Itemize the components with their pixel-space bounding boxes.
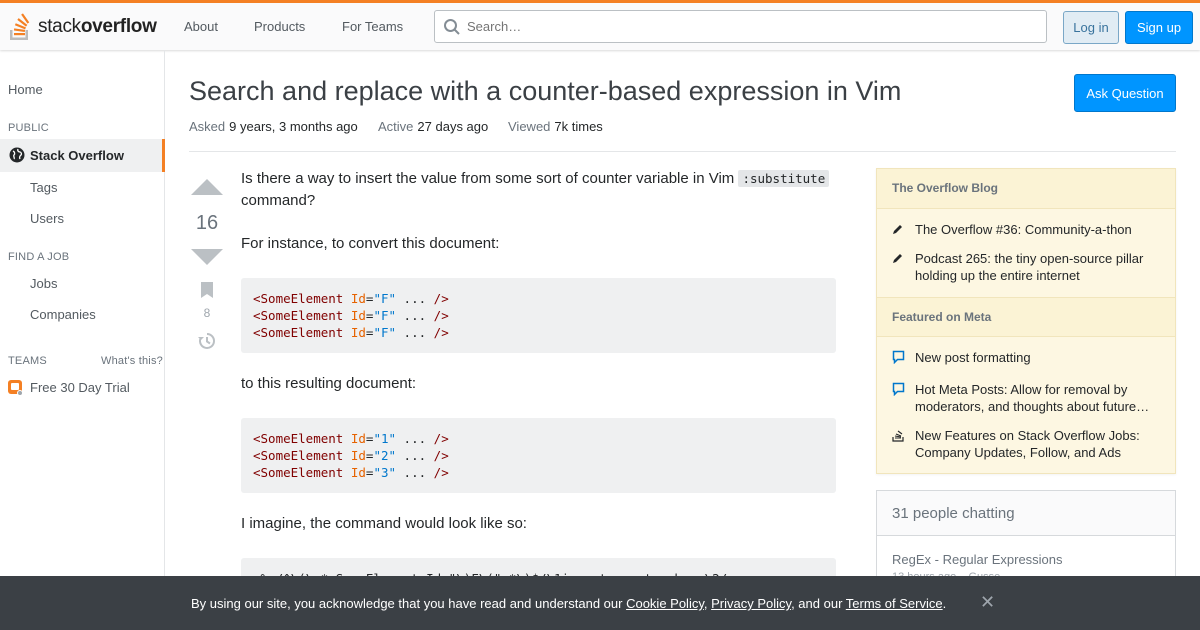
vote-count: 16	[195, 212, 219, 234]
sidebar-heading-public: PUBLIC	[8, 122, 49, 134]
blog-heading: The Overflow Blog	[877, 169, 1175, 209]
meta-heading: Featured on Meta	[877, 297, 1175, 337]
meta-viewed: Viewed 7k times	[508, 119, 603, 134]
code-line: <SomeElement Id="3" ... />	[253, 465, 449, 480]
code-block-2: <SomeElement Id="1" ... /> <SomeElement I…	[241, 418, 836, 493]
top-bar: stackoverflow About Products For Teams L…	[0, 0, 1200, 50]
sidebar-item-tags[interactable]: Tags	[30, 180, 57, 195]
post-paragraph-1: Is there a way to insert the value from …	[241, 168, 841, 212]
chat-bubble-icon	[892, 350, 905, 365]
ask-question-button[interactable]: Ask Question	[1074, 74, 1176, 112]
sidebar-item-jobs[interactable]: Jobs	[30, 276, 57, 291]
sidebar-heading-find-a-job: FIND A JOB	[8, 251, 70, 263]
cookie-banner: By using our site, you acknowledge that …	[0, 576, 1200, 630]
cookie-text: By using our site, you acknowledge that …	[191, 596, 947, 611]
meta-item[interactable]: New Features on Stack Overflow Jobs: Com…	[892, 427, 1162, 461]
blog-item[interactable]: The Overflow #36: Community-a-thon	[892, 221, 1162, 239]
code-line: <SomeElement Id="F" ... />	[253, 325, 449, 340]
stack-logo-icon	[10, 13, 30, 40]
close-icon[interactable]: ✕	[980, 592, 995, 613]
code-line: <SomeElement Id="F" ... />	[253, 291, 449, 306]
sidebar-heading-teams: TEAMS	[8, 355, 47, 367]
nav-for-teams[interactable]: For Teams	[342, 19, 403, 34]
privacy-policy-link[interactable]: Privacy Policy	[711, 596, 791, 611]
post-paragraph-3: to this resulting document:	[241, 375, 417, 392]
post-paragraph-2: For instance, to convert this document:	[241, 235, 500, 252]
left-sidebar: Home PUBLIC Stack Overflow Tags Users FI…	[0, 50, 165, 630]
globe-icon	[9, 147, 25, 163]
meta-asked: Asked 9 years, 3 months ago	[189, 119, 358, 134]
whats-this-link[interactable]: What's this?	[101, 355, 163, 367]
post-paragraph-4: I imagine, the command would look like s…	[241, 515, 527, 532]
code-line: <SomeElement Id="1" ... />	[253, 431, 449, 446]
search-box[interactable]	[434, 10, 1047, 43]
code-line: <SomeElement Id="F" ... />	[253, 308, 449, 323]
sidebar-item-users[interactable]: Users	[30, 211, 64, 226]
question-title[interactable]: Search and replace with a counter-based …	[189, 76, 901, 107]
cookie-policy-link[interactable]: Cookie Policy	[626, 596, 704, 611]
logo-text: stackoverflow	[38, 16, 157, 37]
sidebar-item-companies[interactable]: Companies	[30, 307, 96, 322]
briefcase-icon	[8, 380, 23, 396]
sidebar-item-home[interactable]: Home	[8, 82, 43, 97]
upvote-arrow-icon[interactable]	[190, 178, 224, 196]
search-input[interactable]	[467, 19, 1027, 34]
blog-item[interactable]: Podcast 265: the tiny open-source pillar…	[892, 250, 1162, 284]
bookmark-icon[interactable]	[201, 282, 213, 298]
pencil-icon	[893, 225, 902, 234]
nav-about[interactable]: About	[184, 19, 218, 34]
code-line: <SomeElement Id="2" ... />	[253, 448, 449, 463]
logo[interactable]: stackoverflow	[8, 11, 157, 43]
sidebar-item-free-trial[interactable]: Free 30 Day Trial	[30, 380, 130, 395]
sidebar-item-stackoverflow[interactable]: Stack Overflow	[0, 139, 165, 172]
nav-products[interactable]: Products	[254, 19, 305, 34]
inline-code: :substitute	[738, 170, 830, 187]
meta-item[interactable]: Hot Meta Posts: Allow for removal by mod…	[892, 381, 1162, 415]
sidebar-item-label: Stack Overflow	[30, 148, 124, 163]
overflow-blog-widget: The Overflow Blog The Overflow #36: Comm…	[876, 168, 1176, 474]
meta-item[interactable]: New post formatting	[892, 349, 1162, 368]
login-button[interactable]: Log in	[1063, 11, 1119, 44]
meta-active: Active 27 days ago	[378, 119, 489, 134]
pencil-icon	[893, 254, 902, 263]
header-divider	[189, 151, 1176, 152]
terms-of-service-link[interactable]: Terms of Service	[846, 596, 943, 611]
stack-small-icon	[892, 430, 904, 442]
search-icon	[444, 18, 460, 35]
signup-button[interactable]: Sign up	[1125, 11, 1193, 44]
code-block-1: <SomeElement Id="F" ... /> <SomeElement I…	[241, 278, 836, 353]
chat-bubble-icon	[892, 382, 905, 397]
chat-room-link[interactable]: RegEx - Regular Expressions	[892, 552, 1063, 567]
downvote-arrow-icon[interactable]	[190, 248, 224, 266]
bookmark-count: 8	[203, 306, 211, 320]
chat-heading[interactable]: 31 people chatting	[877, 491, 1175, 536]
history-icon[interactable]	[198, 332, 216, 350]
